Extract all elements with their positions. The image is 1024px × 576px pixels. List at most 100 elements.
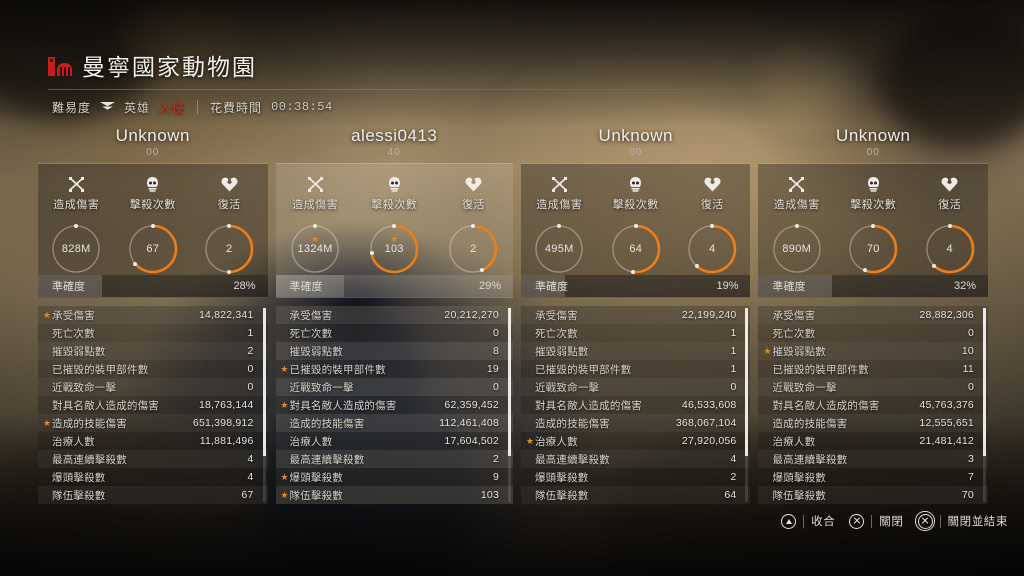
player-column[interactable]: Unknown 00 造成傷害 擊殺次數 復活 890M 70 4 準確度 32% 承受傷害 28,8… <box>758 124 988 504</box>
time-value: 00:38:54 <box>271 100 333 114</box>
table-row: ★ 隊伍擊殺數 103 <box>275 486 513 504</box>
accuracy-bar: 準確度 32% <box>758 275 988 297</box>
stat-value: 2 <box>730 471 737 483</box>
stat-value: 2 <box>247 345 254 357</box>
prompt-label: 關閉並結束 <box>947 516 1008 528</box>
metric-label: 擊殺次數 <box>612 199 659 211</box>
stat-label: 對具名敵人造成的傷害 <box>534 399 642 412</box>
accuracy-bar: 準確度 28% <box>38 275 268 297</box>
table-row: 造成的技能傷害 112,461,408 <box>275 414 513 432</box>
player-column[interactable]: alessi0413 40 造成傷害 擊殺次數 復活 ★ 1324M ★ 103 2 準確度 29% 承… <box>275 124 513 504</box>
table-row: ★ 造成的技能傷害 651,398,912 <box>38 414 268 432</box>
stats-scrollbar[interactable] <box>745 308 749 502</box>
stat-value: 18,763,144 <box>198 399 254 411</box>
metric-label: 造成傷害 <box>53 199 100 211</box>
table-row: ★ 治療人數 27,920,056 <box>520 432 751 450</box>
stats-scrollbar-thumb[interactable] <box>982 308 986 456</box>
table-row: 最高連續擊殺數 2 <box>275 450 513 468</box>
stat-value: 10 <box>961 345 974 357</box>
skull-icon <box>115 176 192 193</box>
table-row: 承受傷害 28,882,306 <box>758 306 988 324</box>
metric-value: 828M <box>61 243 91 255</box>
metric-donut: 67 <box>126 222 180 276</box>
stat-label: 治療人數 <box>534 435 578 448</box>
table-row: 爆頭擊殺數 4 <box>38 468 268 486</box>
table-row: 對具名敵人造成的傷害 46,533,608 <box>520 396 751 414</box>
metric-donut-row: 828M 67 2 <box>38 222 268 276</box>
stat-label: 治療人數 <box>772 435 816 448</box>
stat-label: 爆頭擊殺數 <box>534 471 589 484</box>
metric-head: 造成傷害 <box>38 176 115 212</box>
metric-donut: 2 <box>446 222 500 276</box>
stat-label: 最高連續擊殺數 <box>289 453 365 466</box>
top-score-star-icon: ★ <box>42 417 52 428</box>
double-circle-x-button-icon[interactable] <box>915 511 935 531</box>
prompt-button[interactable]: 關閉 <box>849 513 903 529</box>
stat-value: 103 <box>480 489 499 501</box>
player-stats-list[interactable]: ★ 承受傷害 14,822,341 死亡次數 1 摧毀弱點數 2 已摧毀的裝甲部件數 0 近戰致命… <box>38 306 268 504</box>
mission-header: 曼寧國家動物園 難易度 英雄 入侵 花費時間 00:38:54 <box>0 48 1024 120</box>
top-score-star-icon: ★ <box>42 309 52 320</box>
stats-scrollbar-thumb[interactable] <box>262 308 266 456</box>
prompt-button[interactable]: 關閉並結束 <box>915 511 1009 531</box>
player-name-box: Unknown 00 <box>758 124 988 164</box>
stat-label: 最高連續擊殺數 <box>52 453 127 466</box>
stats-scrollbar[interactable] <box>507 308 511 502</box>
table-row: 隊伍擊殺數 70 <box>758 486 988 504</box>
metric-donut: 70 <box>846 222 900 276</box>
broken-heart-icon <box>191 176 268 193</box>
metric-value: 495M <box>544 243 574 255</box>
stat-value: 4 <box>247 453 254 465</box>
stat-label: 摧毀弱點數 <box>289 345 343 358</box>
prompt-button[interactable]: 收合 <box>781 513 835 529</box>
stat-label: 承受傷害 <box>772 309 816 322</box>
stat-label: 爆頭擊殺數 <box>52 471 106 484</box>
table-row: 治療人數 21,481,412 <box>758 432 988 450</box>
top-score-star-icon: ★ <box>280 399 289 410</box>
stats-scrollbar[interactable] <box>262 308 266 502</box>
player-stats-list[interactable]: 承受傷害 20,212,270 死亡次數 0 摧毀弱點數 8 ★ 已摧毀的裝甲部件數 19 近戰致… <box>275 306 513 504</box>
table-row: 爆頭擊殺數 7 <box>758 468 988 486</box>
stat-value: 1 <box>247 327 254 339</box>
stat-label: 造成的技能傷害 <box>772 417 848 430</box>
metric-label: 復活 <box>938 199 962 211</box>
stat-value: 21,481,412 <box>919 435 974 447</box>
metric-head: 擊殺次數 <box>115 176 192 212</box>
player-stats-list[interactable]: 承受傷害 28,882,306 死亡次數 0 ★ 摧毀弱點數 10 已摧毀的裝甲部件數 11 近戰… <box>758 306 988 504</box>
stat-label: 對具名敵人造成的傷害 <box>52 399 159 412</box>
table-row: 死亡次數 1 <box>38 324 268 342</box>
broken-heart-icon <box>911 176 988 193</box>
circle-x-button-icon[interactable] <box>849 513 865 529</box>
accuracy-value: 32% <box>953 280 976 292</box>
stat-label: 承受傷害 <box>289 309 333 322</box>
mission-title-row: 曼寧國家動物園 <box>0 48 1024 82</box>
metric-head: 造成傷害 <box>758 176 835 212</box>
stat-value: 64 <box>724 489 737 501</box>
stat-value: 46,533,608 <box>681 399 737 411</box>
player-level: 00 <box>866 147 880 158</box>
metric-value: 64 <box>629 243 643 255</box>
table-row: 已摧毀的裝甲部件數 0 <box>38 360 268 378</box>
stat-value: 28,882,306 <box>919 309 974 321</box>
triangle-button-icon[interactable] <box>781 513 797 529</box>
metric-donut: 2 <box>202 222 256 276</box>
stats-scrollbar-thumb[interactable] <box>745 308 749 456</box>
stat-value: 4 <box>247 471 254 483</box>
accuracy-label: 準確度 <box>772 281 806 293</box>
stat-label: 已摧毀的裝甲部件數 <box>534 363 632 376</box>
stats-scrollbar-thumb[interactable] <box>507 308 511 456</box>
difficulty-value: 英雄 <box>124 100 151 115</box>
player-column[interactable]: Unknown 00 造成傷害 擊殺次數 復活 495M 64 4 準確度 19% 承受傷害 22,1… <box>520 124 751 504</box>
table-row: 對具名敵人造成的傷害 45,763,376 <box>758 396 988 414</box>
stats-scrollbar[interactable] <box>982 308 986 502</box>
stat-value: 14,822,341 <box>198 309 254 321</box>
crossed-swords-icon <box>276 176 355 193</box>
mission-meta-row: 難易度 英雄 入侵 花費時間 00:38:54 <box>0 98 1024 116</box>
stat-value: 0 <box>492 381 499 393</box>
metric-value: 1324M <box>297 243 333 255</box>
player-stats-list[interactable]: 承受傷害 22,199,240 死亡次數 1 摧毀弱點數 1 已摧毀的裝甲部件數 1 近戰致命一… <box>520 306 751 504</box>
player-column[interactable]: Unknown 00 造成傷害 擊殺次數 復活 828M 67 2 準確度 28% ★ 承受傷害 14,… <box>38 124 268 504</box>
stat-value: 17,604,502 <box>444 435 499 447</box>
metric-head: 復活 <box>911 176 988 212</box>
stat-value: 27,920,056 <box>681 435 737 447</box>
